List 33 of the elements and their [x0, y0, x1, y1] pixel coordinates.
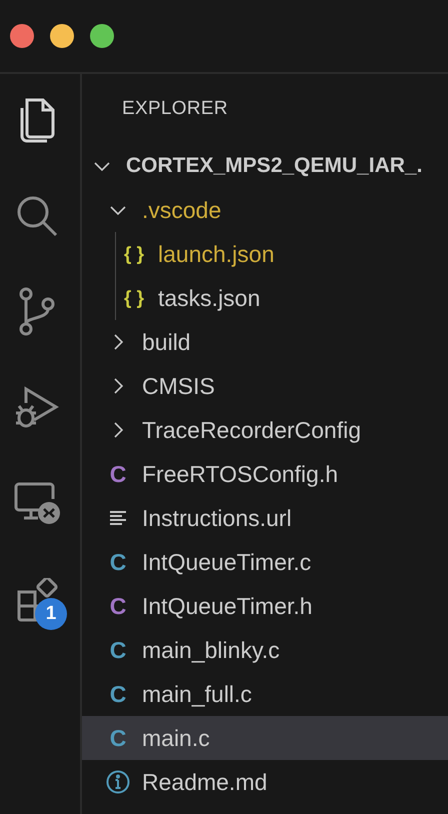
- c-file-icon: C: [110, 638, 126, 662]
- file-item[interactable]: Instructions.url: [82, 496, 448, 540]
- info-icon: [106, 770, 130, 794]
- file-item[interactable]: { } launch.json: [82, 232, 448, 276]
- remote-explorer-icon[interactable]: [13, 482, 61, 526]
- folder-item[interactable]: build: [82, 320, 448, 364]
- file-item[interactable]: C main_blinky.c: [82, 628, 448, 672]
- file-item[interactable]: C IntQueueTimer.h: [82, 584, 448, 628]
- braces-icon: { }: [124, 244, 144, 264]
- folder-item[interactable]: .vscode: [82, 188, 448, 232]
- braces-icon: { }: [124, 288, 144, 308]
- file-item[interactable]: Readme.md: [82, 760, 448, 804]
- lines-icon: [109, 510, 127, 526]
- source-control-icon[interactable]: [17, 287, 57, 337]
- folder-item[interactable]: CORTEX_MPS2_QEMU_IAR_.: [82, 144, 448, 188]
- file-item[interactable]: C main_full.c: [82, 672, 448, 716]
- file-item[interactable]: { } tasks.json: [82, 276, 448, 320]
- notification-badge: 1: [35, 598, 67, 630]
- c-file-icon: C: [110, 462, 126, 486]
- minimize-button[interactable]: [50, 24, 74, 48]
- c-file-icon: C: [110, 594, 126, 618]
- c-file-icon: C: [110, 682, 126, 706]
- panel-title: EXPLORER: [121, 97, 229, 121]
- folder-item[interactable]: TraceRecorderConfig: [82, 408, 448, 452]
- close-button[interactable]: [10, 24, 34, 48]
- c-file-icon: C: [110, 550, 126, 574]
- file-item[interactable]: C IntQueueTimer.c: [82, 540, 448, 584]
- zoom-button[interactable]: [90, 24, 114, 48]
- file-item[interactable]: C FreeRTOSConfig.h: [82, 452, 448, 496]
- c-file-icon: C: [110, 726, 126, 750]
- search-icon[interactable]: [15, 194, 59, 238]
- folder-item[interactable]: CMSIS: [82, 364, 448, 408]
- file-item[interactable]: C main.c: [82, 716, 448, 760]
